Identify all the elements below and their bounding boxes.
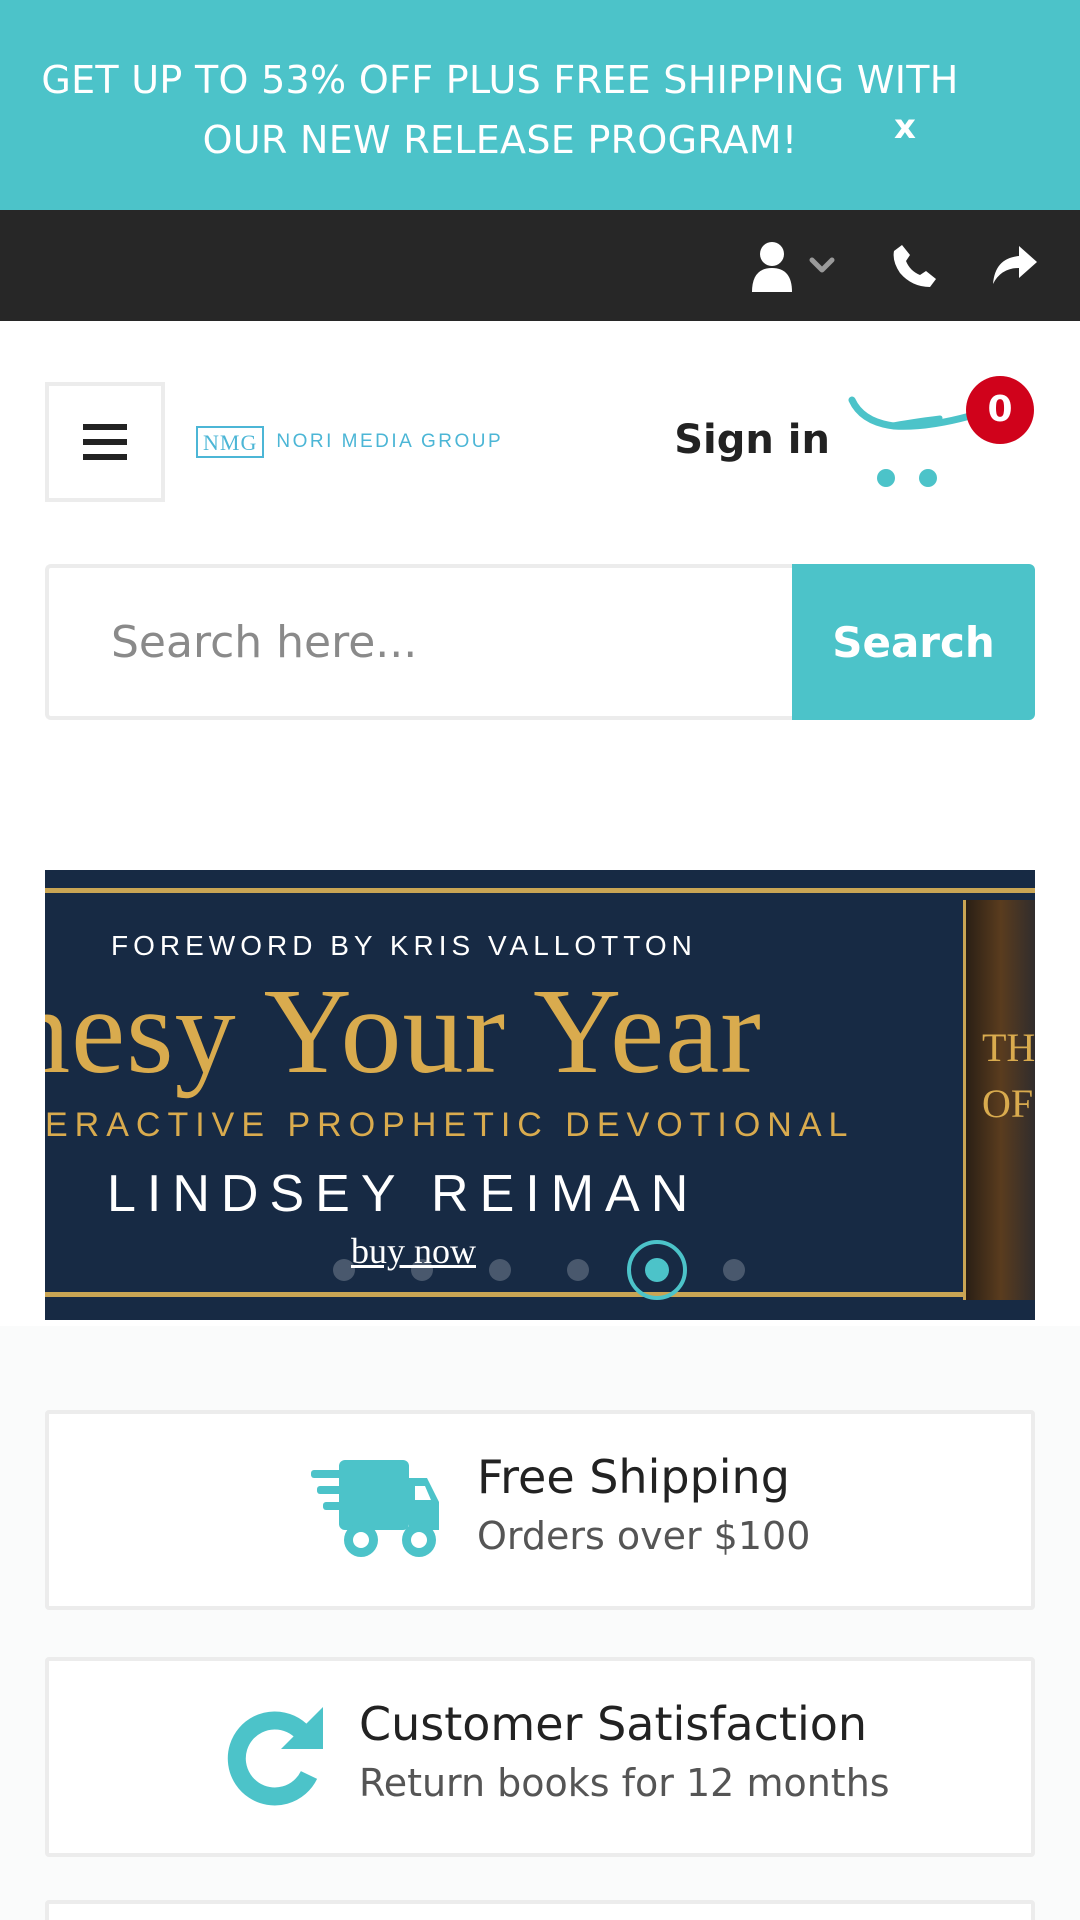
hero-slider[interactable]: FOREWORD BY KRIS VALLOTTON ophesy Your Y…	[45, 870, 1035, 1320]
hero-title: ophesy Your Year	[45, 964, 762, 1099]
hero-author: LINDSEY REIMAN	[107, 1165, 700, 1223]
close-icon[interactable]: x	[888, 108, 922, 146]
menu-icon	[83, 424, 127, 460]
promo-text: GET UP TO 53% OFF PLUS FREE SHIPPING WIT…	[41, 58, 959, 162]
slider-dot[interactable]	[489, 1259, 511, 1281]
sign-in-link[interactable]: Sign in	[670, 410, 830, 470]
search-button[interactable]: Search	[792, 564, 1035, 720]
hero-subtitle: ERACTIVE PROPHETIC DEVOTIONAL	[45, 1106, 855, 1144]
truck-icon	[311, 1460, 439, 1557]
book-cover-text: THE OF	[982, 1025, 1035, 1126]
user-icon	[752, 242, 835, 292]
site-logo[interactable]: NMG NORI MEDIA GROUP	[196, 424, 503, 460]
phone-icon[interactable]	[890, 238, 940, 294]
slider-dot[interactable]	[723, 1259, 745, 1281]
feature-card-partial	[45, 1900, 1035, 1920]
feature-title: Customer Satisfaction	[359, 1697, 868, 1751]
slider-dots	[45, 1240, 1035, 1300]
cart-count-badge: 0	[966, 376, 1034, 444]
hero-border-top	[45, 888, 1035, 893]
utility-bar	[0, 210, 1080, 321]
redo-icon	[227, 1707, 323, 1806]
account-menu-button[interactable]	[750, 238, 846, 294]
buy-now-link[interactable]: buy now	[351, 1230, 476, 1272]
promo-banner: GET UP TO 53% OFF PLUS FREE SHIPPING WIT…	[0, 0, 1080, 210]
search-form: Search	[45, 564, 1035, 720]
slider-dot-active[interactable]	[627, 1240, 687, 1300]
feature-subtitle: Orders over $100	[477, 1514, 811, 1558]
logo-name: NORI MEDIA GROUP	[276, 431, 504, 452]
slider-dot[interactable]	[567, 1259, 589, 1281]
share-icon[interactable]	[990, 238, 1040, 294]
feature-free-shipping: Free Shipping Orders over $100	[45, 1410, 1035, 1610]
cart-icon	[848, 396, 974, 487]
search-input[interactable]	[45, 564, 795, 720]
cart-button[interactable]: 0	[848, 374, 1036, 494]
hamburger-menu-button[interactable]	[45, 382, 165, 502]
feature-subtitle: Return books for 12 months	[359, 1761, 890, 1805]
logo-mark: NMG	[196, 426, 265, 458]
feature-title: Free Shipping	[477, 1450, 790, 1504]
hero-foreword: FOREWORD BY KRIS VALLOTTON	[111, 930, 697, 961]
feature-customer-satisfaction: Customer Satisfaction Return books for 1…	[45, 1657, 1035, 1857]
